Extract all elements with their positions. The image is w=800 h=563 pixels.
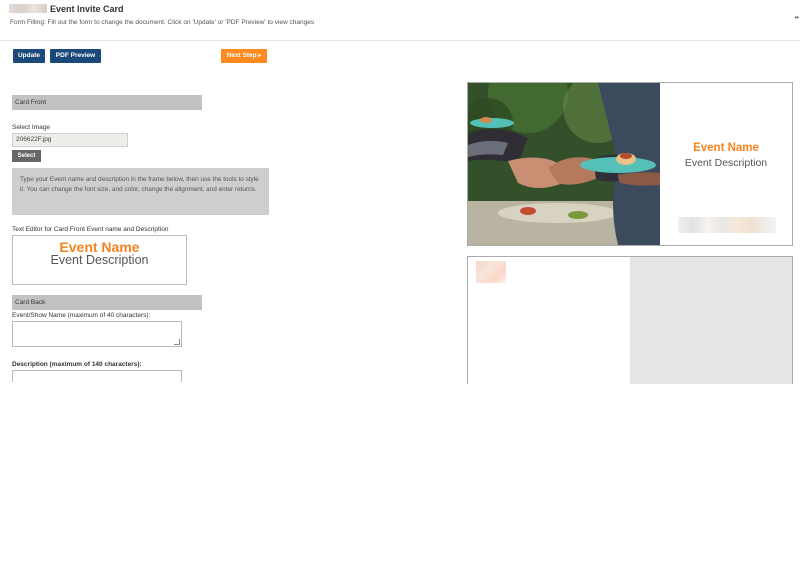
preview-back-logo [476, 261, 506, 283]
update-button[interactable]: Update [13, 49, 45, 63]
preview-redacted-text [678, 217, 776, 233]
preview-event-description: Event Description [684, 157, 768, 169]
resize-grip-icon[interactable] [174, 339, 180, 345]
description-label: Description (maximum of 140 characters): [12, 361, 142, 368]
editor-event-description[interactable]: Event Description [13, 254, 186, 267]
page-instructions: Form Filling: Fill out the form to chang… [10, 19, 315, 26]
card-front-section-header: Card Front [12, 95, 202, 110]
page-title: Event Invite Card [50, 4, 124, 14]
card-back-section-header: Card Back [12, 295, 202, 310]
ellipsis-icon[interactable]: •• [794, 13, 799, 22]
event-name-label: Event/Show Name (maximum of 40 character… [12, 312, 151, 319]
card-back-gray-panel [630, 257, 792, 384]
event-photo [468, 83, 660, 245]
editor-event-name[interactable]: Event Name [13, 240, 186, 254]
card-front-text-editor[interactable]: Event Name Event Description [12, 235, 187, 285]
select-image-button[interactable]: Select [12, 150, 41, 162]
select-image-label: Select Image [12, 124, 50, 131]
next-step-button[interactable]: Next Step ▸ [221, 49, 267, 63]
text-editor-label: Text Editor for Card Front Event name an… [12, 226, 169, 233]
header-divider [0, 40, 800, 41]
description-textarea[interactable] [12, 370, 182, 382]
preview-event-name: Event Name [693, 142, 759, 154]
editor-instructions-box: Type your Event name and description in … [12, 168, 269, 215]
blank-area [0, 382, 800, 563]
next-step-label: Next Step [226, 52, 257, 59]
pdf-preview-button[interactable]: PDF Preview [50, 49, 101, 63]
image-file-field[interactable]: 206622F.jpg [12, 133, 128, 147]
brand-logo [9, 4, 47, 13]
card-front-preview: Event Name Event Description [467, 82, 793, 246]
card-back-preview [467, 256, 793, 384]
chevron-right-icon: ▸ [258, 53, 262, 59]
handshake-photo-illustration [468, 83, 660, 245]
event-name-textarea[interactable] [12, 321, 182, 347]
